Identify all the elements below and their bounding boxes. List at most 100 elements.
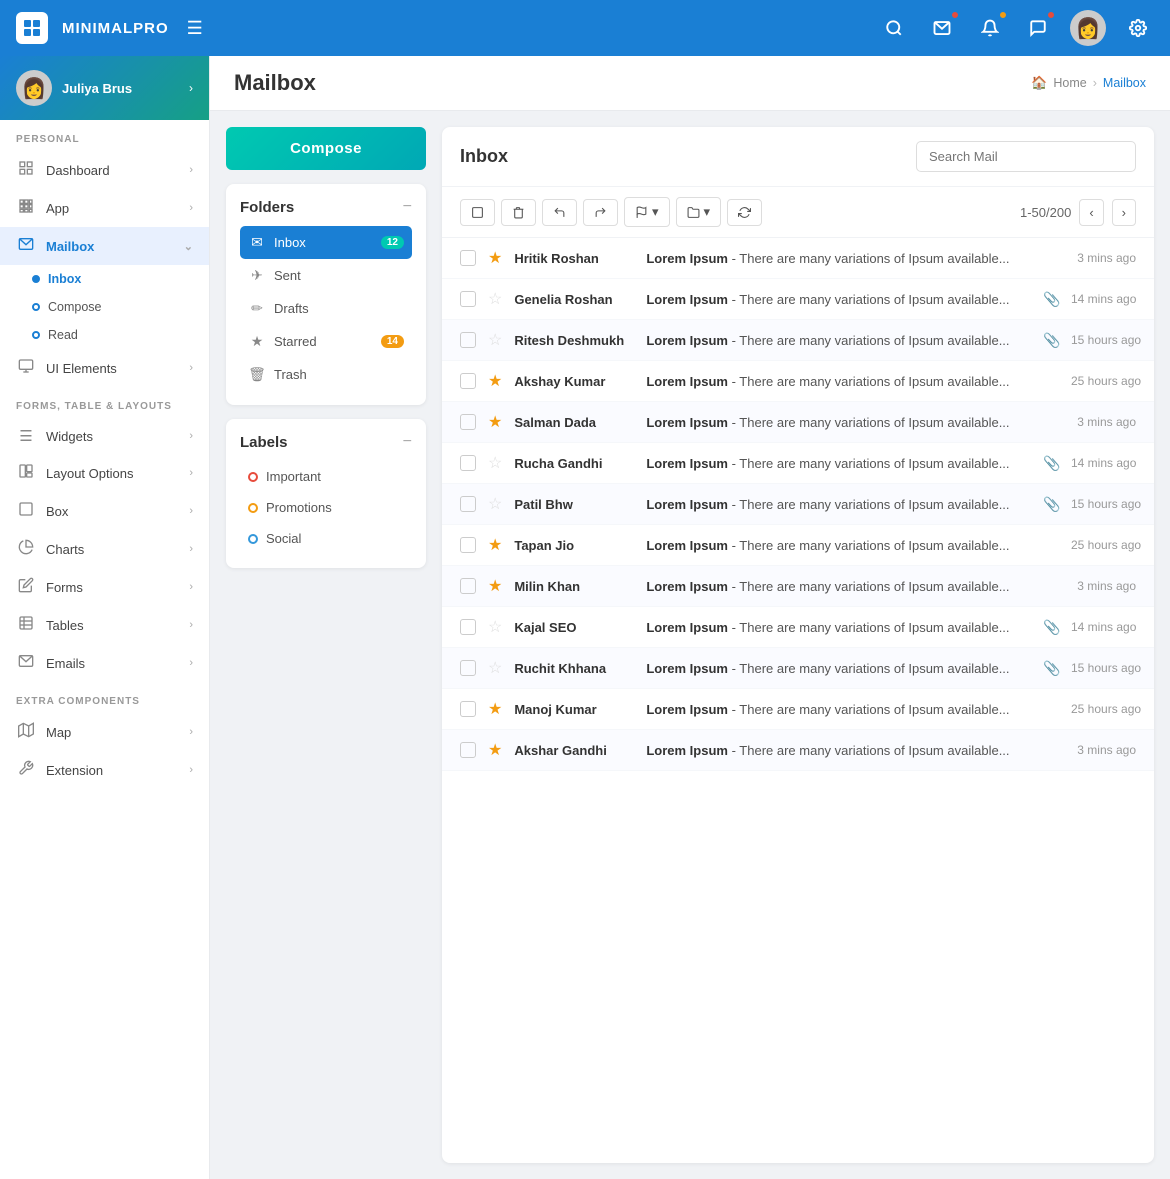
sidebar-subitem-inbox[interactable]: Inbox bbox=[32, 265, 209, 293]
label-item-promotions[interactable]: Promotions bbox=[240, 492, 412, 523]
email-row[interactable]: ★ Akshay Kumar Lorem Ipsum - There are m… bbox=[442, 361, 1154, 402]
email-row[interactable]: ☆ Ruchit Khhana Lorem Ipsum - There are … bbox=[442, 648, 1154, 689]
email-row[interactable]: ☆ Kajal SEO Lorem Ipsum - There are many… bbox=[442, 607, 1154, 648]
sidebar-user[interactable]: 👩 Juliya Brus › bbox=[0, 56, 209, 120]
settings-button[interactable] bbox=[1122, 12, 1154, 44]
folder-item-starred[interactable]: ★ Starred 14 bbox=[240, 325, 412, 358]
refresh-button[interactable] bbox=[727, 199, 762, 226]
ui-elements-arrow: › bbox=[189, 362, 193, 374]
star-icon[interactable]: ★ bbox=[488, 535, 502, 555]
layout-label: Layout Options bbox=[46, 466, 179, 481]
label-item-social[interactable]: Social bbox=[240, 523, 412, 554]
email-checkbox[interactable] bbox=[460, 291, 476, 307]
star-icon[interactable]: ★ bbox=[488, 699, 502, 719]
email-checkbox[interactable] bbox=[460, 578, 476, 594]
email-checkbox[interactable] bbox=[460, 414, 476, 430]
labels-collapse-button[interactable]: − bbox=[403, 433, 412, 451]
flag-button[interactable]: ▾ bbox=[624, 197, 670, 227]
sidebar-item-map[interactable]: Map › bbox=[0, 713, 209, 751]
star-icon[interactable]: ★ bbox=[488, 412, 502, 432]
sidebar-item-app[interactable]: App › bbox=[0, 189, 209, 227]
folder-item-inbox[interactable]: ✉ Inbox 12 bbox=[240, 226, 412, 259]
email-row[interactable]: ☆ Rucha Gandhi Lorem Ipsum - There are m… bbox=[442, 443, 1154, 484]
email-checkbox[interactable] bbox=[460, 250, 476, 266]
mail-button[interactable] bbox=[926, 12, 958, 44]
sidebar-subitem-compose[interactable]: Compose bbox=[32, 293, 209, 321]
sidebar-item-emails[interactable]: Emails › bbox=[0, 644, 209, 682]
sidebar-subitem-read[interactable]: Read bbox=[32, 321, 209, 349]
sidebar-item-dashboard[interactable]: Dashboard › bbox=[0, 151, 209, 189]
email-row[interactable]: ☆ Ritesh Deshmukh Lorem Ipsum - There ar… bbox=[442, 320, 1154, 361]
email-checkbox[interactable] bbox=[460, 701, 476, 717]
email-checkbox[interactable] bbox=[460, 660, 476, 676]
forms-arrow: › bbox=[189, 581, 193, 593]
email-checkbox[interactable] bbox=[460, 496, 476, 512]
email-row[interactable]: ☆ Patil Bhw Lorem Ipsum - There are many… bbox=[442, 484, 1154, 525]
email-row[interactable]: ★ Hritik Roshan Lorem Ipsum - There are … bbox=[442, 238, 1154, 279]
star-icon[interactable]: ★ bbox=[488, 740, 502, 760]
extra-section-label: EXTRA COMPONENTS bbox=[0, 682, 209, 713]
sidebar-item-mailbox[interactable]: Mailbox ⌄ bbox=[0, 227, 209, 265]
toolbar-left: ▾ ▾ bbox=[460, 197, 762, 227]
star-icon[interactable]: ☆ bbox=[488, 289, 502, 309]
email-checkbox[interactable] bbox=[460, 537, 476, 553]
email-subject: Lorem Ipsum - There are many variations … bbox=[646, 497, 1031, 512]
breadcrumb-home[interactable]: Home bbox=[1053, 76, 1086, 90]
sidebar-item-layout-options[interactable]: Layout Options › bbox=[0, 454, 209, 492]
main-layout: 👩 Juliya Brus › PERSONAL Dashboard › App… bbox=[0, 56, 1170, 1179]
email-checkbox[interactable] bbox=[460, 455, 476, 471]
email-row[interactable]: ★ Tapan Jio Lorem Ipsum - There are many… bbox=[442, 525, 1154, 566]
email-subject: Lorem Ipsum - There are many variations … bbox=[646, 538, 1031, 553]
sidebar-item-ui-elements[interactable]: UI Elements › bbox=[0, 349, 209, 387]
sidebar-item-charts[interactable]: Charts › bbox=[0, 530, 209, 568]
star-icon[interactable]: ☆ bbox=[488, 330, 502, 350]
email-checkbox[interactable] bbox=[460, 373, 476, 389]
compose-button[interactable]: Compose bbox=[226, 127, 426, 170]
email-row[interactable]: ★ Akshar Gandhi Lorem Ipsum - There are … bbox=[442, 730, 1154, 771]
email-row[interactable]: ★ Manoj Kumar Lorem Ipsum - There are ma… bbox=[442, 689, 1154, 730]
email-time: 15 hours ago bbox=[1071, 333, 1136, 347]
box-icon bbox=[16, 501, 36, 521]
notifications-button[interactable] bbox=[974, 12, 1006, 44]
star-icon[interactable]: ☆ bbox=[488, 453, 502, 473]
hamburger-icon[interactable]: ☰ bbox=[183, 14, 207, 43]
email-row[interactable]: ☆ Genelia Roshan Lorem Ipsum - There are… bbox=[442, 279, 1154, 320]
delete-button[interactable] bbox=[501, 199, 536, 226]
email-row[interactable]: ★ Salman Dada Lorem Ipsum - There are ma… bbox=[442, 402, 1154, 443]
sidebar-item-tables[interactable]: Tables › bbox=[0, 606, 209, 644]
star-icon[interactable]: ★ bbox=[488, 576, 502, 596]
sidebar-item-box[interactable]: Box › bbox=[0, 492, 209, 530]
folder-button[interactable]: ▾ bbox=[676, 197, 722, 227]
star-icon[interactable]: ★ bbox=[488, 248, 502, 268]
user-avatar-nav[interactable]: 👩 bbox=[1070, 10, 1106, 46]
sidebar-item-extension[interactable]: Extension › bbox=[0, 751, 209, 789]
sidebar-item-widgets[interactable]: ☰ Widgets › bbox=[0, 418, 209, 454]
folder-item-sent[interactable]: ✈ Sent bbox=[240, 259, 412, 292]
reply-button[interactable] bbox=[542, 199, 577, 226]
chat-button[interactable] bbox=[1022, 12, 1054, 44]
email-sender: Kajal SEO bbox=[514, 620, 634, 635]
flag-dropdown-icon: ▾ bbox=[652, 204, 659, 220]
labels-header: Labels − bbox=[240, 433, 412, 451]
email-sender: Ritesh Deshmukh bbox=[514, 333, 634, 348]
email-checkbox[interactable] bbox=[460, 619, 476, 635]
star-icon[interactable]: ☆ bbox=[488, 658, 502, 678]
next-page-button[interactable]: › bbox=[1112, 199, 1136, 226]
star-icon[interactable]: ☆ bbox=[488, 617, 502, 637]
labels-title: Labels bbox=[240, 434, 288, 451]
email-checkbox[interactable] bbox=[460, 332, 476, 348]
email-checkbox[interactable] bbox=[460, 742, 476, 758]
forward-button[interactable] bbox=[583, 199, 618, 226]
label-item-important[interactable]: Important bbox=[240, 461, 412, 492]
search-button[interactable] bbox=[878, 12, 910, 44]
folders-collapse-button[interactable]: − bbox=[403, 198, 412, 216]
email-row[interactable]: ★ Milin Khan Lorem Ipsum - There are man… bbox=[442, 566, 1154, 607]
star-icon[interactable]: ★ bbox=[488, 371, 502, 391]
sidebar-item-forms[interactable]: Forms › bbox=[0, 568, 209, 606]
star-icon[interactable]: ☆ bbox=[488, 494, 502, 514]
prev-page-button[interactable]: ‹ bbox=[1079, 199, 1103, 226]
folder-item-drafts[interactable]: ✏ Drafts bbox=[240, 292, 412, 325]
search-mail-input[interactable] bbox=[916, 141, 1136, 172]
select-all-button[interactable] bbox=[460, 199, 495, 226]
folder-item-trash[interactable]: 🗑 Trash bbox=[240, 358, 412, 391]
